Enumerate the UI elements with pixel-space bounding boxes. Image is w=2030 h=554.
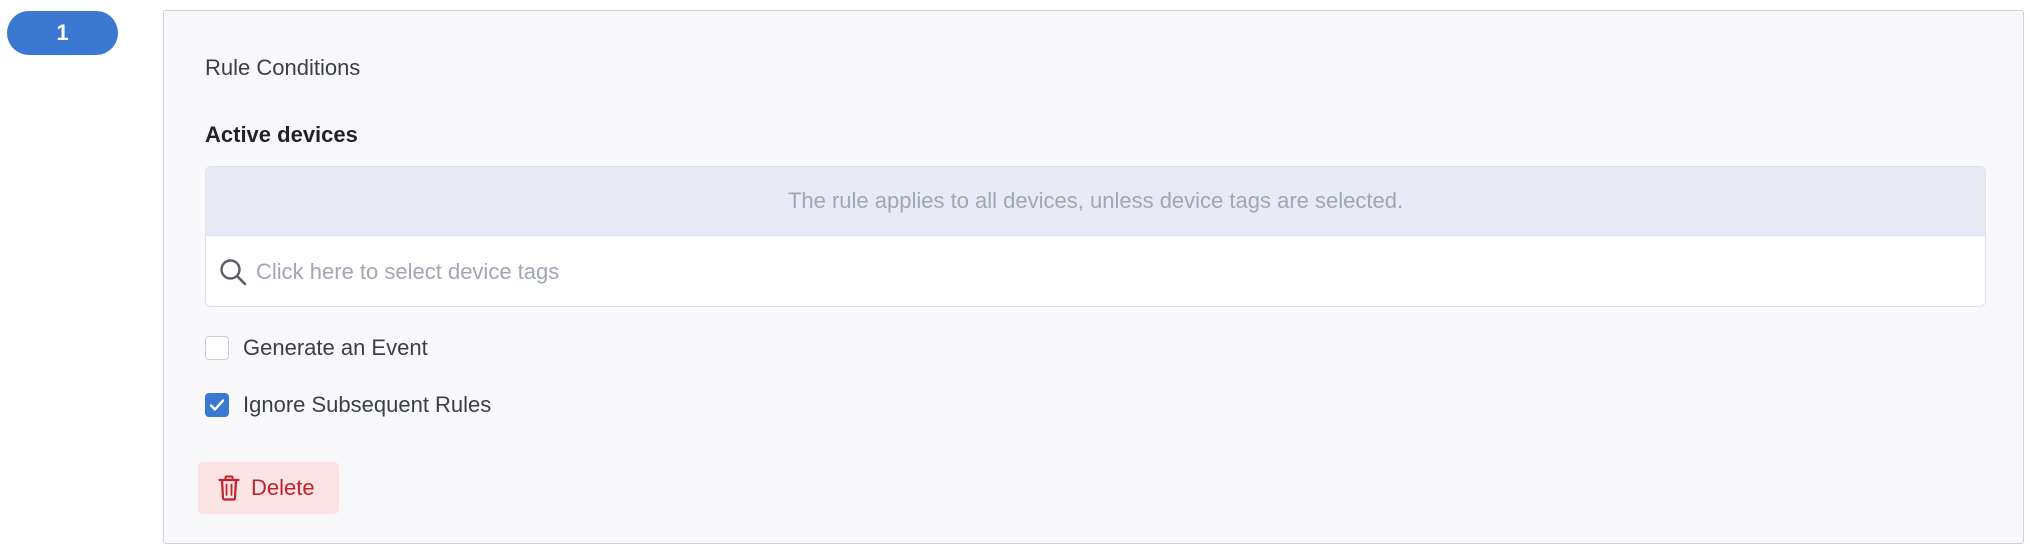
- ignore-subsequent-rules-label: Ignore Subsequent Rules: [243, 392, 492, 417]
- rule-number-badge: 1: [7, 11, 118, 55]
- delete-button[interactable]: Delete: [198, 462, 339, 514]
- check-icon: [209, 399, 225, 411]
- device-tags-input[interactable]: [256, 259, 1856, 285]
- ignore-subsequent-rules-option[interactable]: Ignore Subsequent Rules: [205, 392, 491, 418]
- devices-notice: The rule applies to all devices, unless …: [206, 167, 1985, 236]
- active-devices-label: Active devices: [205, 122, 358, 147]
- generate-event-option[interactable]: Generate an Event: [205, 335, 428, 361]
- delete-label: Delete: [251, 475, 315, 500]
- trash-icon: [218, 475, 240, 501]
- rule-conditions-title: Rule Conditions: [205, 55, 361, 80]
- generate-event-label: Generate an Event: [243, 335, 428, 360]
- device-tags-search[interactable]: [206, 236, 1985, 306]
- active-devices-box: The rule applies to all devices, unless …: [205, 166, 1986, 307]
- rule-card: Rule Conditions Active devices The rule …: [163, 10, 2024, 544]
- search-icon: [218, 257, 248, 287]
- generate-event-checkbox[interactable]: [205, 336, 229, 360]
- ignore-subsequent-rules-checkbox[interactable]: [205, 393, 229, 417]
- rule-number: 1: [56, 20, 69, 45]
